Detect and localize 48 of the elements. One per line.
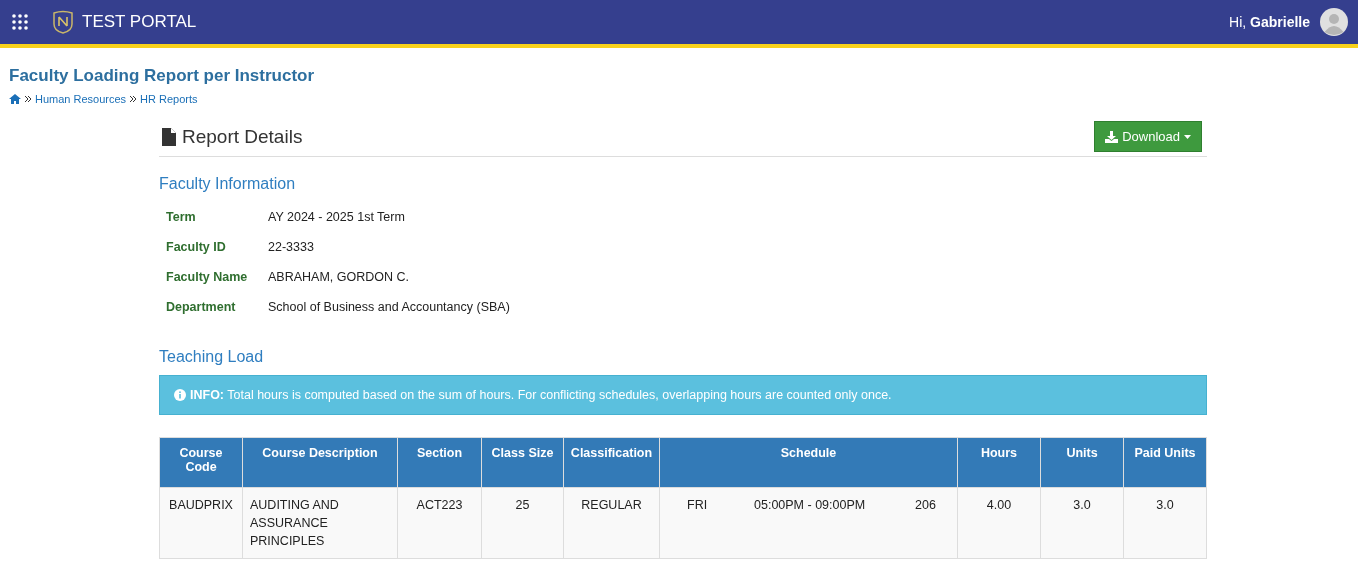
column-header: Section <box>397 437 482 488</box>
download-button[interactable]: Download <box>1094 121 1202 152</box>
apps-grid-icon[interactable] <box>12 14 28 30</box>
shield-logo-icon <box>52 10 74 34</box>
table-cell: 25 <box>481 487 564 559</box>
home-icon[interactable] <box>9 94 21 104</box>
page-title: Faculty Loading Report per Instructor <box>9 66 316 86</box>
breadcrumb-link[interactable]: HR Reports <box>140 93 198 105</box>
field-label: Department <box>166 300 237 314</box>
app-title: TEST PORTAL <box>82 12 197 32</box>
table-cell: 4.00 <box>957 487 1041 559</box>
column-header: Paid Units <box>1123 437 1207 488</box>
column-header: Course Code <box>159 437 243 488</box>
table-cell: 3.0 <box>1123 487 1207 559</box>
table-cell: 3.0 <box>1040 487 1124 559</box>
schedule-day: FRI <box>687 496 754 514</box>
separator-icon <box>130 96 137 102</box>
caret-icon <box>1184 134 1191 139</box>
breadcrumb-link[interactable]: Human Resources <box>35 93 127 105</box>
info-icon <box>174 389 186 401</box>
field-value: AY 2024 - 2025 1st Term <box>268 210 406 224</box>
table-cell: AUDITING AND ASSURANCE PRINCIPLES <box>242 487 398 559</box>
document-icon <box>162 127 176 146</box>
column-header: Course Description <box>242 437 398 488</box>
field-label: Faculty Name <box>166 270 249 284</box>
avatar-icon[interactable] <box>1320 8 1348 36</box>
field-value: ABRAHAM, GORDON C. <box>268 270 410 284</box>
section-heading: Teaching Load <box>159 348 265 366</box>
field-value: 22-3333 <box>268 240 315 254</box>
field-value: School of Business and Accountancy (SBA) <box>268 300 511 314</box>
info-message: INFO: Total hours is computed based on the sum of hours. For conflicting schedules, overlapping hours are counted only once. <box>190 388 892 402</box>
field-label: Term <box>166 210 197 224</box>
table-cell: ACT223 <box>397 487 482 559</box>
table-cell: BAUDPRIX <box>159 487 243 559</box>
table-cell: REGULAR <box>563 487 660 559</box>
schedule-time: 05:00PM - 09:00PM <box>754 497 867 514</box>
column-header: Class Size <box>481 437 564 488</box>
schedule-room: 206 <box>915 497 937 514</box>
download-icon <box>1105 130 1119 143</box>
field-label: Faculty ID <box>166 240 227 254</box>
user-greeting: Hi, Gabrielle <box>1229 14 1310 30</box>
column-header: Schedule <box>659 437 958 488</box>
column-header: Units <box>1040 437 1124 488</box>
separator-icon <box>25 96 31 102</box>
column-header: Hours <box>957 437 1041 488</box>
section-heading: Faculty Information <box>159 175 297 193</box>
report-title: Report Details <box>182 125 303 148</box>
column-header: Classification <box>563 437 660 488</box>
